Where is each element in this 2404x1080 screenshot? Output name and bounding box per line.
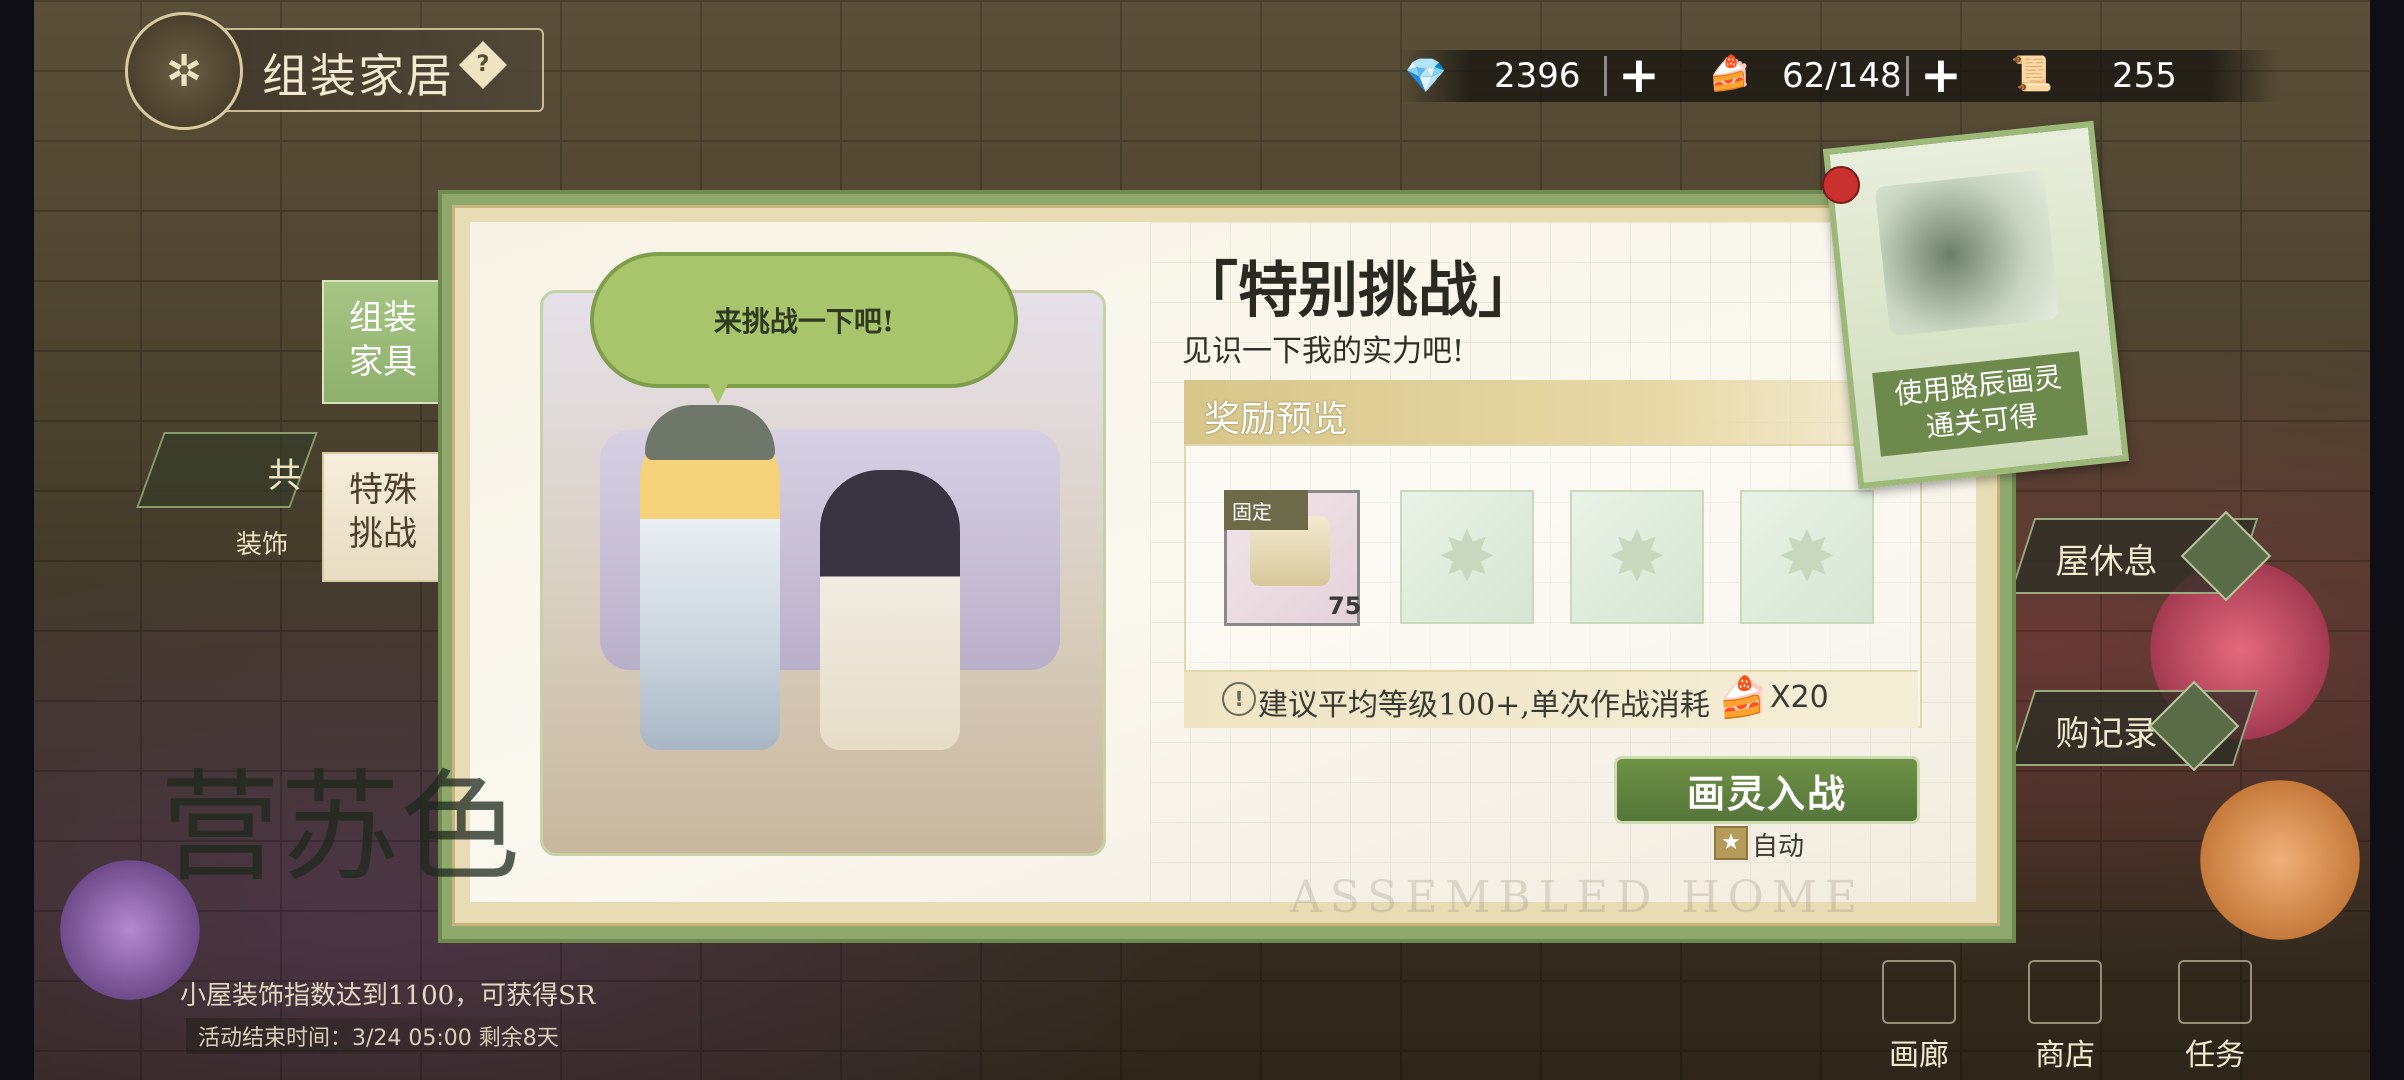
reward-preview-label: 奖励预览 [1204, 399, 1349, 440]
challenge-subtitle: 见识一下我的实力吧! [1182, 334, 1465, 369]
reward-count: 75 [1328, 592, 1362, 620]
event-logo: 营苏色 [160, 759, 520, 898]
challenge-title: 「特别挑战」 [1178, 256, 1538, 326]
left-screen-edge [0, 0, 34, 1080]
diamond-icon: 💎 [1404, 56, 1448, 96]
tip-cost: X20 [1770, 680, 1829, 715]
gallery-icon [1882, 960, 1956, 1024]
fixed-tag-label: 固定 [1232, 500, 1272, 524]
nav-task[interactable]: 任务 [2160, 960, 2270, 1073]
add-stamina-button[interactable]: + [1920, 50, 1962, 100]
tab-label: 特殊 挑战 [349, 470, 417, 554]
diamond-count: 2396 [1494, 56, 1581, 96]
shop-icon [2028, 960, 2102, 1024]
reward-slot-empty[interactable]: ✸ [1570, 490, 1704, 624]
pin-icon [1822, 166, 1860, 204]
event-end-time: 活动结束时间：3/24 05:00 剩余8天 [186, 1018, 571, 1054]
page-title: 组装家居 [262, 49, 454, 103]
scroll-ticket-icon: 📜 [2010, 54, 2054, 94]
nav-label: 商店 [2035, 1038, 2095, 1073]
butterfly-emblem-icon: ✲ [125, 12, 243, 130]
warning-icon: ! [1222, 682, 1256, 716]
sparkle-icon: ✸ [1437, 516, 1497, 598]
help-button[interactable]: ? [458, 40, 508, 90]
reward-slot-empty[interactable]: ✸ [1740, 490, 1874, 624]
reward-preview-header: 奖励预览 [1184, 380, 1874, 444]
question-icon: ? [476, 52, 490, 77]
task-icon [2178, 960, 2252, 1024]
enter-battle-label: 画灵入战 [1686, 770, 1847, 816]
blonde-character-illustration [640, 420, 780, 750]
enter-battle-button[interactable]: 画灵入战 [1614, 756, 1920, 824]
divider [1604, 56, 1607, 96]
tab-assemble-furniture[interactable]: 组装 家具 [322, 280, 444, 404]
nav-gallery[interactable]: 画廊 [1864, 960, 1974, 1073]
watermark: ASSEMBLED HOME [1290, 872, 1866, 923]
speech-bubble: 来挑战一下吧! [590, 252, 1018, 388]
speech-bubble-tail [700, 368, 736, 404]
auto-label: 自动 [1752, 832, 1805, 862]
event-description: 小屋装饰指数达到1100，可获得SR [180, 981, 596, 1011]
nav-label: 画廊 [1889, 1038, 1949, 1073]
dark-hair-character-illustration [820, 470, 960, 750]
divider [1906, 56, 1909, 96]
sparkle-icon: ✸ [1777, 516, 1837, 598]
tab-special-challenge[interactable]: 特殊 挑战 [322, 452, 444, 582]
add-diamond-button[interactable]: + [1618, 50, 1660, 100]
nav-shop[interactable]: 商店 [2010, 960, 2120, 1073]
star-check-icon: ★ [1721, 830, 1741, 855]
nav-label: 任务 [2185, 1038, 2245, 1073]
right-screen-edge [2370, 0, 2404, 1080]
strawberry-cake-icon: 🍰 [1708, 54, 1752, 94]
teddy-bear-chair-image [1874, 169, 2060, 337]
character-hat [645, 405, 775, 460]
decor-label: 装饰 [236, 530, 289, 560]
tab-label: 组装 家具 [349, 298, 417, 382]
stamina-count: 62/148 [1782, 56, 1902, 96]
ticket-count: 255 [2112, 56, 2177, 96]
strawberry-cake-icon: 🍰 [1718, 675, 1768, 721]
fixed-tag: 固定 [1224, 490, 1308, 530]
left-menu-item[interactable]: 共 [136, 432, 318, 508]
reward-slot-empty[interactable]: ✸ [1400, 490, 1534, 624]
tip-text: 建议平均等级100+,单次作战消耗 [1258, 688, 1710, 723]
left-menu-item-label: 共 [267, 456, 302, 496]
speech-text: 来挑战一下吧! [713, 305, 895, 338]
flower-decor [2200, 780, 2360, 940]
sparkle-icon: ✸ [1607, 516, 1667, 598]
auto-checkbox[interactable]: ★ [1714, 826, 1748, 860]
